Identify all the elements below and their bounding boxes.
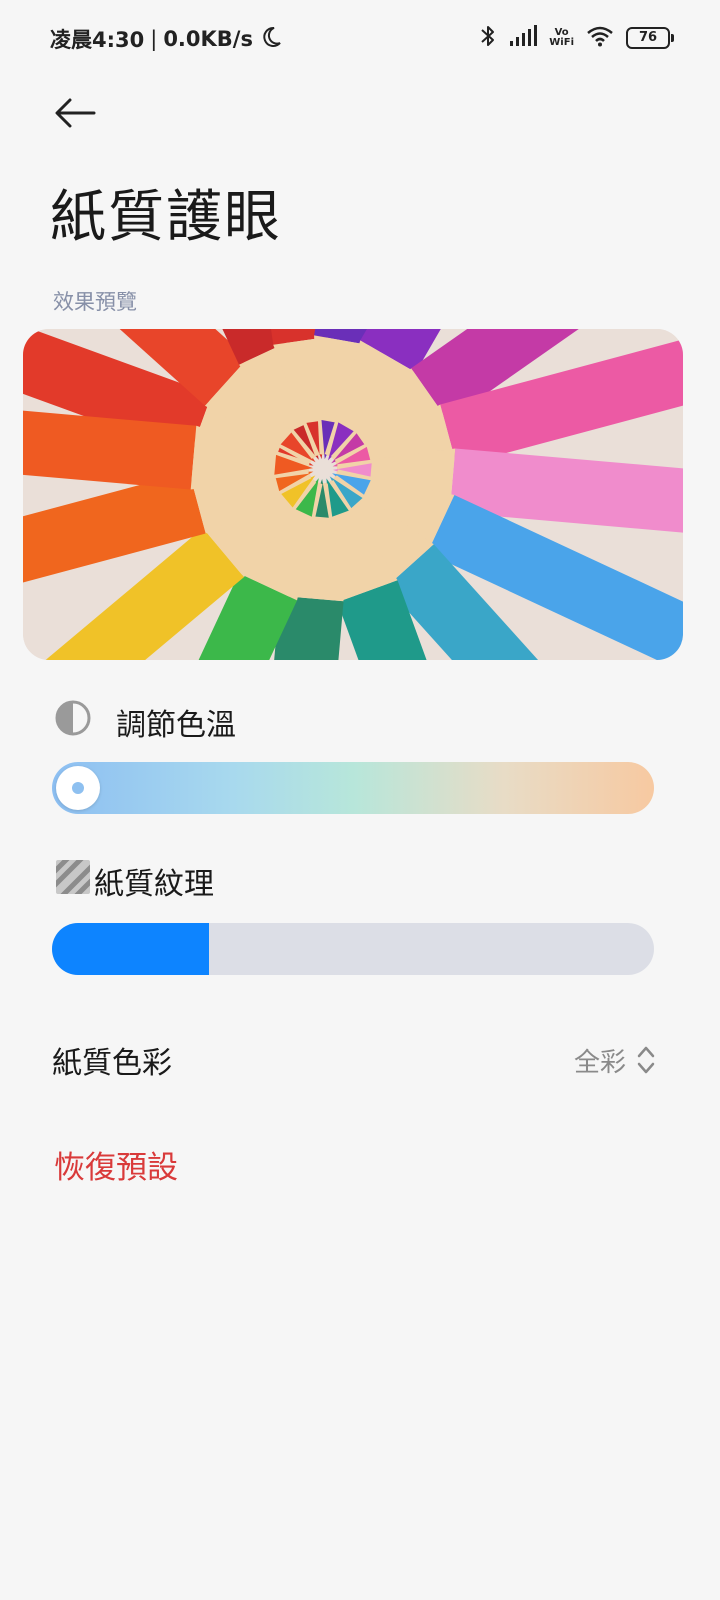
chevron-up-down-icon [637, 1046, 655, 1074]
vowifi-indicator: Vo WiFi [549, 28, 574, 48]
preview-label: 效果預覽 [53, 290, 137, 314]
status-separator: | [150, 27, 158, 51]
wifi-icon [586, 25, 614, 51]
preview-image [23, 329, 683, 660]
signal-icon [509, 25, 538, 51]
clock: 凌晨4:30 [50, 28, 145, 52]
vowifi-bottom: WiFi [549, 37, 574, 48]
paper-color-selector[interactable]: 全彩 [574, 1042, 656, 1079]
status-left: 凌晨4:30 | 0.0KB/s [50, 24, 283, 54]
battery-indicator: 76 [626, 27, 674, 49]
color-temperature-thumb[interactable] [56, 766, 100, 810]
network-speed: 0.0KB/s [163, 27, 253, 51]
color-temperature-slider[interactable] [52, 762, 654, 814]
status-bar: 凌晨4:30 | 0.0KB/s Vo WiFi 76 [0, 0, 720, 80]
color-temperature-heading: 調節色溫 [54, 699, 236, 745]
contrast-icon [54, 699, 92, 745]
moon-icon [259, 25, 283, 54]
restore-default-button[interactable]: 恢復預設 [54, 1142, 178, 1187]
texture-icon [56, 860, 90, 902]
status-right: Vo WiFi 76 [479, 23, 674, 53]
paper-color-row[interactable]: 紙質色彩 全彩 [52, 1030, 656, 1090]
slider-thumb-dot [72, 782, 84, 794]
paper-texture-heading: 紙質紋理 [56, 859, 214, 903]
page-title: 紙質護眼 [50, 185, 282, 250]
paper-texture-label: 紙質紋理 [94, 867, 214, 902]
paper-color-label: 紙質色彩 [52, 1046, 172, 1081]
paper-color-value: 全彩 [573, 1047, 626, 1078]
back-button[interactable] [52, 90, 98, 136]
paper-texture-slider[interactable] [52, 923, 654, 975]
color-temperature-label: 調節色溫 [116, 708, 236, 743]
back-arrow-icon [55, 98, 96, 128]
paper-texture-fill [52, 923, 209, 975]
bluetooth-icon [479, 23, 497, 53]
